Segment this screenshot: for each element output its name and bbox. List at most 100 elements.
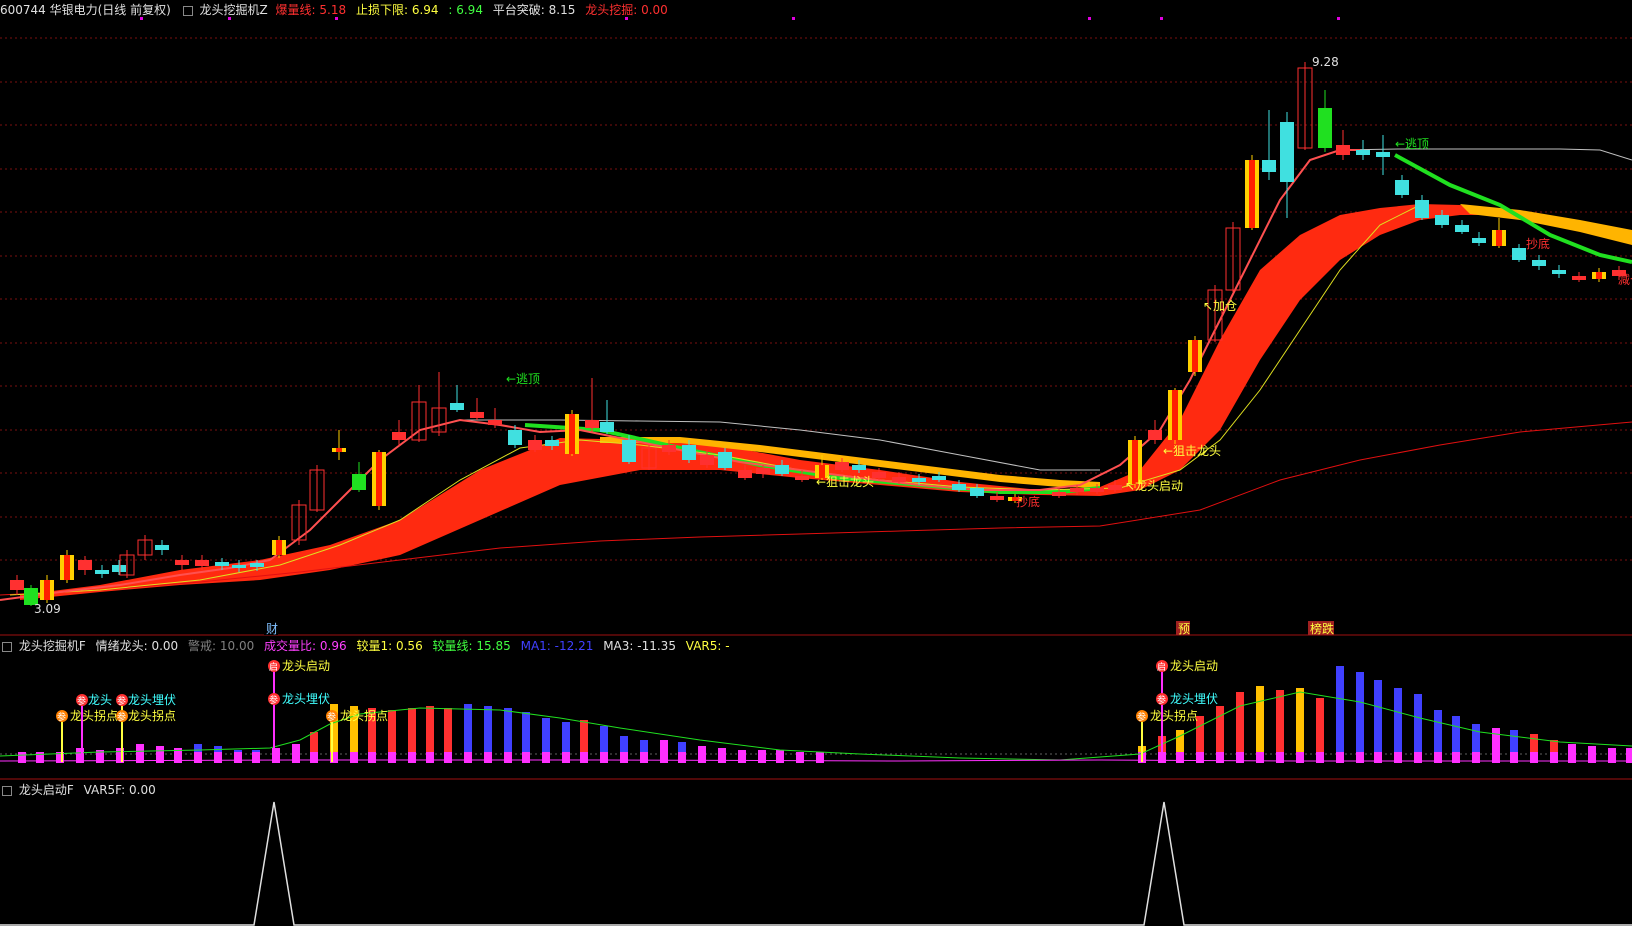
volume-base [698,752,706,763]
volume-base [214,752,222,763]
candle-body [1070,488,1084,492]
candle-body [952,484,966,490]
ma1-label: MA1: [520,639,551,653]
candle-body [1262,160,1276,172]
escape-top-label: ←逃顶 [506,372,540,386]
volume-base [562,752,570,763]
compare1-value: 0.56 [395,639,423,653]
signal-ambush-label: 龙头埋伏 [282,692,330,706]
dig-label: 龙头挖掘: [585,3,638,17]
candle-body [1148,430,1162,440]
candle-body [528,440,542,450]
candle-body [450,403,464,410]
candle-body [250,563,264,567]
high-price-label: 9.28 [1312,55,1339,69]
signal-turn-label: 龙头拐点 [340,708,388,723]
signal-ambush-label: 龙头埋伏 [1170,692,1218,706]
volume-base [640,752,648,763]
var5-value: - [725,639,730,653]
volume-base [136,752,144,763]
candle-body [970,488,984,496]
candle-body [155,545,169,550]
snipe-label: ←狙击龙头 [1163,444,1221,458]
stop-value: 6.94 [411,3,439,17]
candle-body [1435,215,1449,225]
candle-body [585,420,599,428]
volume-panel[interactable]: 参龙头拐点参 龙头参龙头埋伏参 龙头拐点启 龙头启动参 龙头埋伏参 龙头拐点启 龙头启动参龙… [0,636,1632,780]
candle-body [1052,492,1066,496]
candle-body-core [1596,272,1602,279]
volume-base [464,752,472,763]
candle-body [738,470,752,478]
candle-body [718,452,732,468]
price-chart[interactable]: 9.283.09←逃顶←逃顶←狙击龙头←狙击龙头↖龙头启动↖加仓抄底抄底减仓财预… [0,0,1632,636]
volume-base [156,752,164,763]
indicator-name[interactable]: 龙头挖掘机Z [199,3,267,17]
candle-body-core [276,540,282,555]
candle-body-core [1192,340,1198,372]
can-badge-text: 参 [77,695,86,707]
oscillator-panel[interactable] [0,780,1632,926]
compare-line-label: 较量线: [432,639,473,653]
osc-var-label: VAR5F: [83,783,126,797]
candle-body [1395,180,1409,195]
candle-body [195,560,209,566]
volume-base [310,752,318,763]
can-badge-text: 参 [1157,694,1166,706]
candle-body [95,570,109,574]
indicator-settings-icon[interactable] [182,5,193,16]
candle-body [775,465,789,474]
volume-base [292,752,300,763]
reduce-label: 减仓 [1618,273,1632,287]
candle-body [662,445,676,452]
volume-base [484,752,492,763]
ma3-label: MA3: [603,639,634,653]
vol-settings-icon[interactable] [2,641,12,652]
volume-base [194,752,202,763]
dragon-start-label: ↖龙头启动 [1125,479,1183,493]
candle-body [1280,122,1294,182]
osc-settings-icon[interactable] [2,785,12,796]
candle-body-core [1496,230,1502,246]
marker-label: 财 [266,622,278,636]
candle-body [215,562,229,566]
candle-body [932,476,946,480]
candle-body [232,565,246,568]
platform-label: 平台突破: [492,3,545,17]
var5f-line [0,801,1632,926]
event-dot [1337,17,1340,20]
candle-body [872,472,886,478]
candle-body [756,468,770,474]
osc-var-value: 0.00 [129,783,156,797]
volume-base [444,752,452,763]
ma3-value: -11.35 [637,639,676,653]
volume-base [542,752,550,763]
ma-fast-line [0,149,1360,601]
candle-body [470,412,484,418]
candle-body [1455,225,1469,232]
emotion-value: 0.00 [151,639,179,653]
snipe-label: ←狙击龙头 [816,475,874,489]
burst-label: 爆量线: [275,3,316,17]
candle-body-core [376,452,382,506]
symbol-title[interactable]: 600744 华银电力(日线 前复权) [0,3,171,17]
stop-label: 止损下限: [355,3,408,17]
turn-badge-text: 参 [57,711,66,723]
volume-bar [1356,672,1364,763]
marker-label: 榜跌 [1310,621,1334,636]
volume-base [504,752,512,763]
volume-base [1216,752,1224,763]
candle-body-core [64,555,70,580]
candle-body-core [1249,160,1255,228]
vol-indicator-name[interactable]: 龙头挖掘机F [19,639,86,653]
escape-top-label: ←逃顶 [1395,137,1429,151]
candle-body-core [1132,440,1138,484]
turn-badge-text: 参 [1137,711,1146,723]
osc-indicator-name[interactable]: 龙头启动F [19,783,74,797]
candle-body [892,477,906,482]
dig-value: 0.00 [641,3,668,17]
candle-body-core [1172,390,1178,440]
bottom-label: 抄底 [1526,236,1550,251]
volume-base [426,752,434,763]
candle-body [1572,276,1586,280]
